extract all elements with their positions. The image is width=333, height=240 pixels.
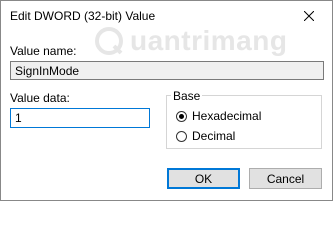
value-name-label: Value name:	[10, 44, 77, 58]
close-button[interactable]	[286, 1, 332, 31]
value-data-input[interactable]	[10, 108, 150, 128]
radio-selected-icon	[176, 110, 187, 122]
ok-button[interactable]: OK	[167, 168, 240, 189]
cancel-button[interactable]: Cancel	[249, 168, 322, 189]
value-name-field: SignInMode	[10, 61, 324, 80]
title-bar: Edit DWORD (32-bit) Value	[1, 1, 332, 32]
radio-decimal-label: Decimal	[192, 129, 236, 143]
radio-unselected-icon	[176, 130, 187, 142]
edit-dword-dialog: Edit DWORD (32-bit) Value uantrimang Val…	[0, 0, 333, 201]
radio-decimal[interactable]: Decimal	[176, 129, 235, 143]
base-legend: Base	[171, 89, 203, 103]
window-title: Edit DWORD (32-bit) Value	[10, 9, 156, 23]
radio-hexadecimal[interactable]: Hexadecimal	[176, 109, 261, 123]
value-data-label: Value data:	[10, 91, 70, 105]
close-icon	[304, 11, 314, 21]
radio-hexadecimal-label: Hexadecimal	[192, 109, 262, 123]
